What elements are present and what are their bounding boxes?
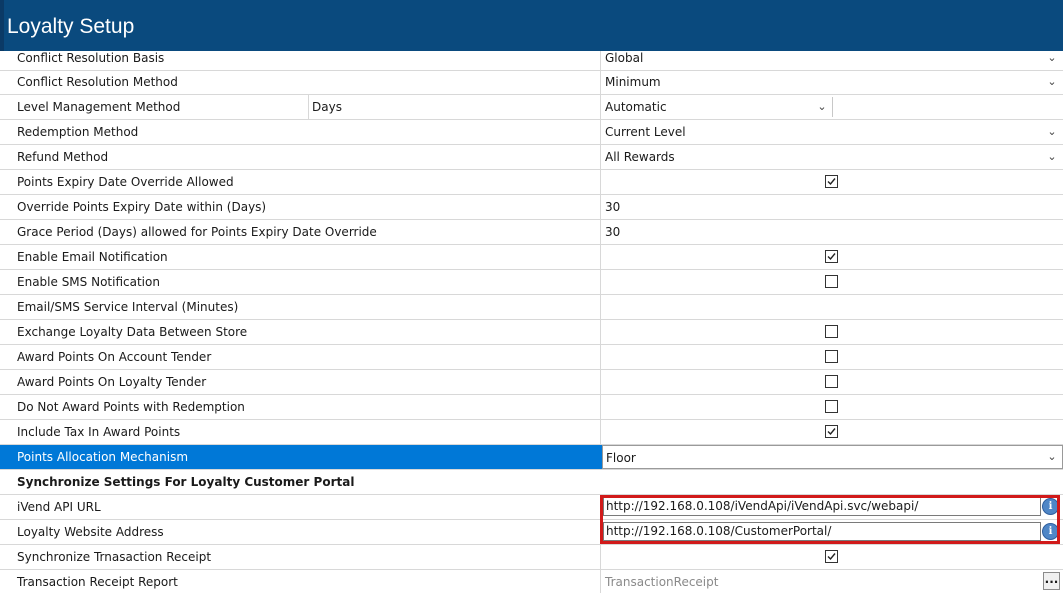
- override-within-input[interactable]: 30: [602, 195, 1063, 219]
- row-label: Conflict Resolution Basis: [0, 51, 601, 70]
- row-points-allocation[interactable]: Points Allocation Mechanism Floor ⌄: [0, 445, 1063, 470]
- browse-ellipsis-button[interactable]: ...: [1043, 572, 1060, 590]
- row-redemption-method[interactable]: Redemption Method Current Level ⌄: [0, 120, 1063, 145]
- exchange-data-checkbox[interactable]: [825, 325, 838, 338]
- row-label: Synchronize Trnasaction Receipt: [0, 545, 601, 569]
- service-interval-input[interactable]: [602, 295, 1063, 319]
- row-label: Override Points Expiry Date within (Days…: [0, 195, 601, 219]
- level-sub-label: Days: [308, 95, 601, 119]
- row-label: Loyalty Website Address: [0, 520, 601, 544]
- window-header: Loyalty Setup: [0, 0, 1063, 51]
- row-label: Redemption Method: [0, 120, 601, 144]
- row-label: Enable SMS Notification: [0, 270, 601, 294]
- info-icon[interactable]: i: [1042, 498, 1059, 515]
- refund-method-dropdown[interactable]: All Rewards: [602, 145, 1063, 169]
- row-conflict-basis[interactable]: Conflict Resolution Basis Global ⌄: [0, 51, 1063, 71]
- website-address-input[interactable]: http://192.168.0.108/CustomerPortal/: [603, 522, 1041, 541]
- row-label: iVend API URL: [0, 495, 601, 519]
- row-api-url[interactable]: iVend API URL http://192.168.0.108/iVend…: [0, 495, 1063, 520]
- no-award-redemption-checkbox[interactable]: [825, 400, 838, 413]
- row-label: Award Points On Account Tender: [0, 345, 601, 369]
- row-label: Exchange Loyalty Data Between Store: [0, 320, 601, 344]
- chevron-down-icon[interactable]: ⌄: [815, 95, 829, 119]
- sms-notification-checkbox[interactable]: [825, 275, 838, 288]
- row-service-interval[interactable]: Email/SMS Service Interval (Minutes): [0, 295, 1063, 320]
- row-label: Refund Method: [0, 145, 601, 169]
- row-label: Award Points On Loyalty Tender: [0, 370, 601, 394]
- row-label: Do Not Award Points with Redemption: [0, 395, 601, 419]
- row-refund-method[interactable]: Refund Method All Rewards ⌄: [0, 145, 1063, 170]
- conflict-method-dropdown[interactable]: Minimum: [602, 70, 1063, 94]
- chevron-down-icon[interactable]: ⌄: [1045, 120, 1059, 144]
- row-label: Grace Period (Days) allowed for Points E…: [0, 220, 601, 244]
- row-conflict-method[interactable]: Conflict Resolution Method Minimum ⌄: [0, 70, 1063, 95]
- row-award-loyalty[interactable]: Award Points On Loyalty Tender: [0, 370, 1063, 395]
- sync-receipt-checkbox[interactable]: [825, 550, 838, 563]
- email-notification-checkbox[interactable]: [825, 250, 838, 263]
- chevron-down-icon[interactable]: ⌄: [1045, 70, 1059, 94]
- row-label: Include Tax In Award Points: [0, 420, 601, 444]
- chevron-down-icon[interactable]: ⌄: [1045, 51, 1059, 70]
- cell-divider: [832, 97, 833, 117]
- points-allocation-dropdown[interactable]: Floor: [602, 445, 1063, 469]
- redemption-method-dropdown[interactable]: Current Level: [602, 120, 1063, 144]
- level-management-dropdown[interactable]: Automatic: [602, 95, 832, 119]
- group-sync-settings[interactable]: Synchronize Settings For Loyalty Custome…: [0, 470, 1063, 495]
- row-include-tax[interactable]: Include Tax In Award Points: [0, 420, 1063, 445]
- award-loyalty-checkbox[interactable]: [825, 375, 838, 388]
- row-label: Email/SMS Service Interval (Minutes): [0, 295, 601, 319]
- include-tax-checkbox[interactable]: [825, 425, 838, 438]
- group-header: Synchronize Settings For Loyalty Custome…: [17, 475, 355, 489]
- page-title: Loyalty Setup: [7, 15, 135, 38]
- row-label: Enable Email Notification: [0, 245, 601, 269]
- info-icon[interactable]: i: [1042, 523, 1059, 540]
- row-award-account[interactable]: Award Points On Account Tender: [0, 345, 1063, 370]
- award-account-checkbox[interactable]: [825, 350, 838, 363]
- row-label: Transaction Receipt Report: [0, 570, 601, 593]
- chevron-down-icon[interactable]: ⌄: [1045, 445, 1059, 469]
- row-email-notification[interactable]: Enable Email Notification: [0, 245, 1063, 270]
- conflict-basis-dropdown[interactable]: Global: [602, 51, 1063, 70]
- row-exchange-data[interactable]: Exchange Loyalty Data Between Store: [0, 320, 1063, 345]
- row-expiry-override[interactable]: Points Expiry Date Override Allowed: [0, 170, 1063, 195]
- row-label: Points Allocation Mechanism: [0, 445, 601, 469]
- api-url-input[interactable]: http://192.168.0.108/iVendApi/iVendApi.s…: [603, 497, 1041, 516]
- expiry-override-checkbox[interactable]: [825, 175, 838, 188]
- row-label: Conflict Resolution Method: [0, 70, 601, 94]
- row-sms-notification[interactable]: Enable SMS Notification: [0, 270, 1063, 295]
- row-receipt-report[interactable]: Transaction Receipt Report TransactionRe…: [0, 570, 1063, 593]
- settings-grid: Conflict Resolution Basis Global ⌄ Confl…: [0, 51, 1063, 593]
- row-label: Points Expiry Date Override Allowed: [0, 170, 601, 194]
- row-level-management[interactable]: Level Management Method Days Automatic ⌄: [0, 95, 1063, 120]
- row-sync-receipt[interactable]: Synchronize Trnasaction Receipt: [0, 545, 1063, 570]
- grace-period-input[interactable]: 30: [602, 220, 1063, 244]
- chevron-down-icon[interactable]: ⌄: [1045, 145, 1059, 169]
- row-grace-period[interactable]: Grace Period (Days) allowed for Points E…: [0, 220, 1063, 245]
- receipt-report-value[interactable]: TransactionReceipt: [602, 570, 1063, 593]
- row-no-award-redemption[interactable]: Do Not Award Points with Redemption: [0, 395, 1063, 420]
- row-website-address[interactable]: Loyalty Website Address http://192.168.0…: [0, 520, 1063, 545]
- row-override-within[interactable]: Override Points Expiry Date within (Days…: [0, 195, 1063, 220]
